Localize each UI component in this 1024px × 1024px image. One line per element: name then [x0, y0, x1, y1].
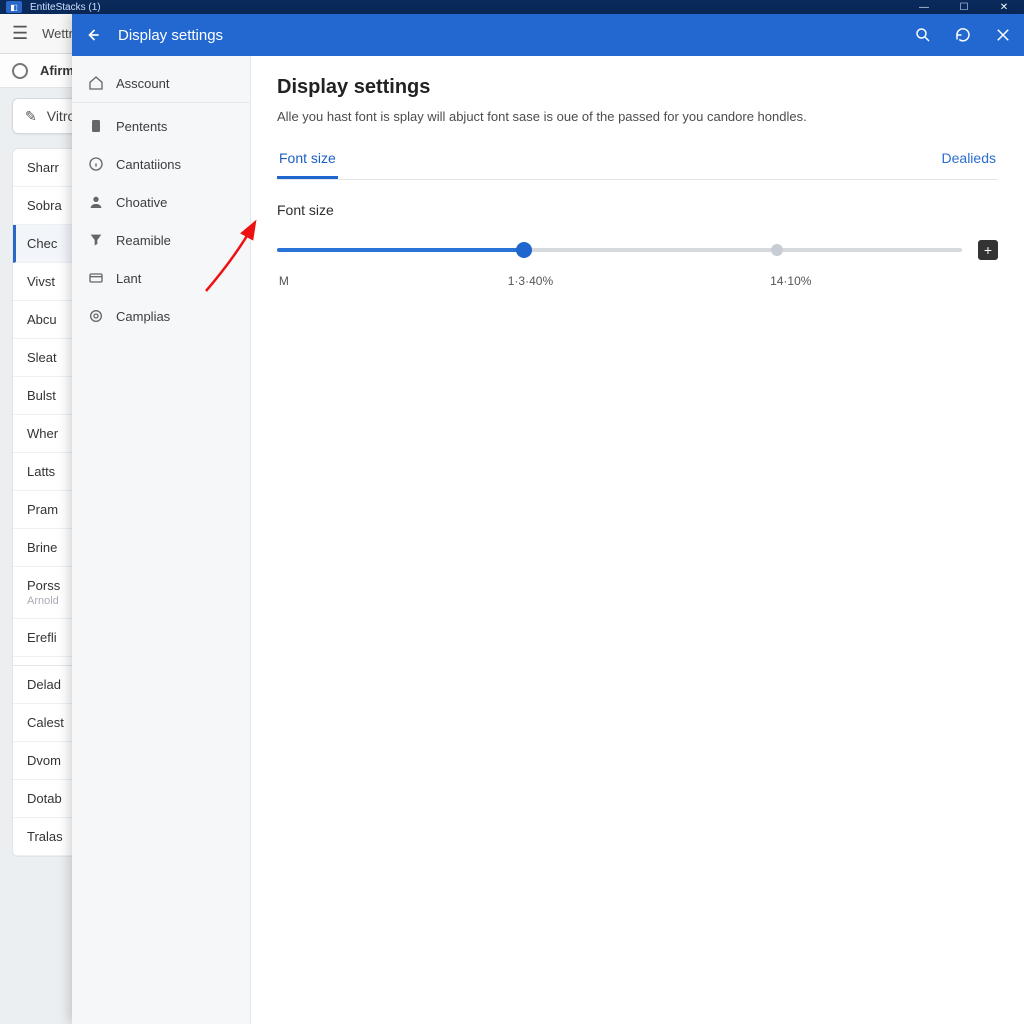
app-logo-icon: ◧: [6, 1, 22, 13]
overlay-header: Display settings: [72, 14, 1024, 56]
overlay-title: Display settings: [118, 27, 223, 44]
font-size-slider[interactable]: [277, 236, 962, 264]
nav-item-account[interactable]: Asscount: [72, 64, 250, 103]
search-icon[interactable]: [914, 26, 932, 44]
refresh-icon[interactable]: [954, 26, 972, 44]
card-icon: [88, 270, 104, 286]
compose-pencil-icon: ✎: [25, 108, 37, 125]
nav-label: Cantatiions: [116, 157, 181, 172]
nav-label: Choative: [116, 195, 167, 210]
filter-icon[interactable]: [12, 63, 28, 79]
nav-label: Camplias: [116, 309, 170, 324]
nav-item-reamible[interactable]: Reamible: [72, 221, 250, 259]
window-minimize-button[interactable]: —: [904, 0, 944, 14]
back-arrow-icon[interactable]: [82, 25, 102, 45]
home-icon: [88, 75, 104, 91]
window-titlebar: ◧ EntiteStacks (1) — ☐ ✕: [0, 0, 1024, 14]
info-icon: [88, 156, 104, 172]
nav-item-camplias[interactable]: Camplias: [72, 297, 250, 335]
nav-item-choative[interactable]: Choative: [72, 183, 250, 221]
tab-font-size[interactable]: Font size: [277, 150, 338, 179]
toolbar-label: Wettr: [42, 26, 73, 41]
slider-mark-min: M: [279, 274, 289, 288]
nav-label: Asscount: [116, 76, 169, 91]
nav-label: Pentents: [116, 119, 167, 134]
slider-knob[interactable]: [516, 242, 532, 258]
nav-item-cantations[interactable]: Cantatiions: [72, 145, 250, 183]
content-tabs: Font size Dealieds: [277, 150, 998, 180]
nav-label: Lant: [116, 271, 141, 286]
target-icon: [88, 308, 104, 324]
slider-mark-max: 14·10%: [770, 274, 811, 288]
section-label: Font size: [277, 202, 998, 218]
funnel-icon: [88, 232, 104, 248]
overlay-body: Asscount Pentents Cantatiions Choative R…: [72, 56, 1024, 1024]
tab-dealieds[interactable]: Dealieds: [940, 150, 998, 179]
slider-mark-mid: 1·3·40%: [508, 274, 553, 288]
slider-tick: [771, 244, 783, 256]
window-title: EntiteStacks (1): [30, 2, 101, 13]
settings-nav: Asscount Pentents Cantatiions Choative R…: [72, 56, 251, 1024]
settings-overlay: Display settings Asscount: [72, 14, 1024, 1024]
font-size-slider-row: +: [277, 236, 998, 264]
person-icon: [88, 194, 104, 210]
settings-content: Display settings Alle you hast font is s…: [251, 56, 1024, 1024]
file-icon: [88, 118, 104, 134]
nav-item-pentents[interactable]: Pentents: [72, 107, 250, 145]
app-main: ☰ Wettr Afirm ✎ Vitrot Sharr Sobra Chec …: [0, 14, 1024, 1024]
window-close-button[interactable]: ✕: [984, 0, 1024, 14]
slider-plus-button[interactable]: +: [978, 240, 998, 260]
page-heading: Display settings: [277, 76, 998, 99]
close-icon[interactable]: [994, 26, 1012, 44]
nav-item-lant[interactable]: Lant: [72, 259, 250, 297]
hamburger-menu-icon[interactable]: ☰: [12, 23, 28, 44]
window-maximize-button[interactable]: ☐: [944, 0, 984, 14]
page-description: Alle you hast font is splay will abjuct …: [277, 109, 998, 124]
slider-track-fill: [277, 248, 524, 252]
filter-tab-label[interactable]: Afirm: [40, 63, 74, 78]
nav-label: Reamible: [116, 233, 171, 248]
